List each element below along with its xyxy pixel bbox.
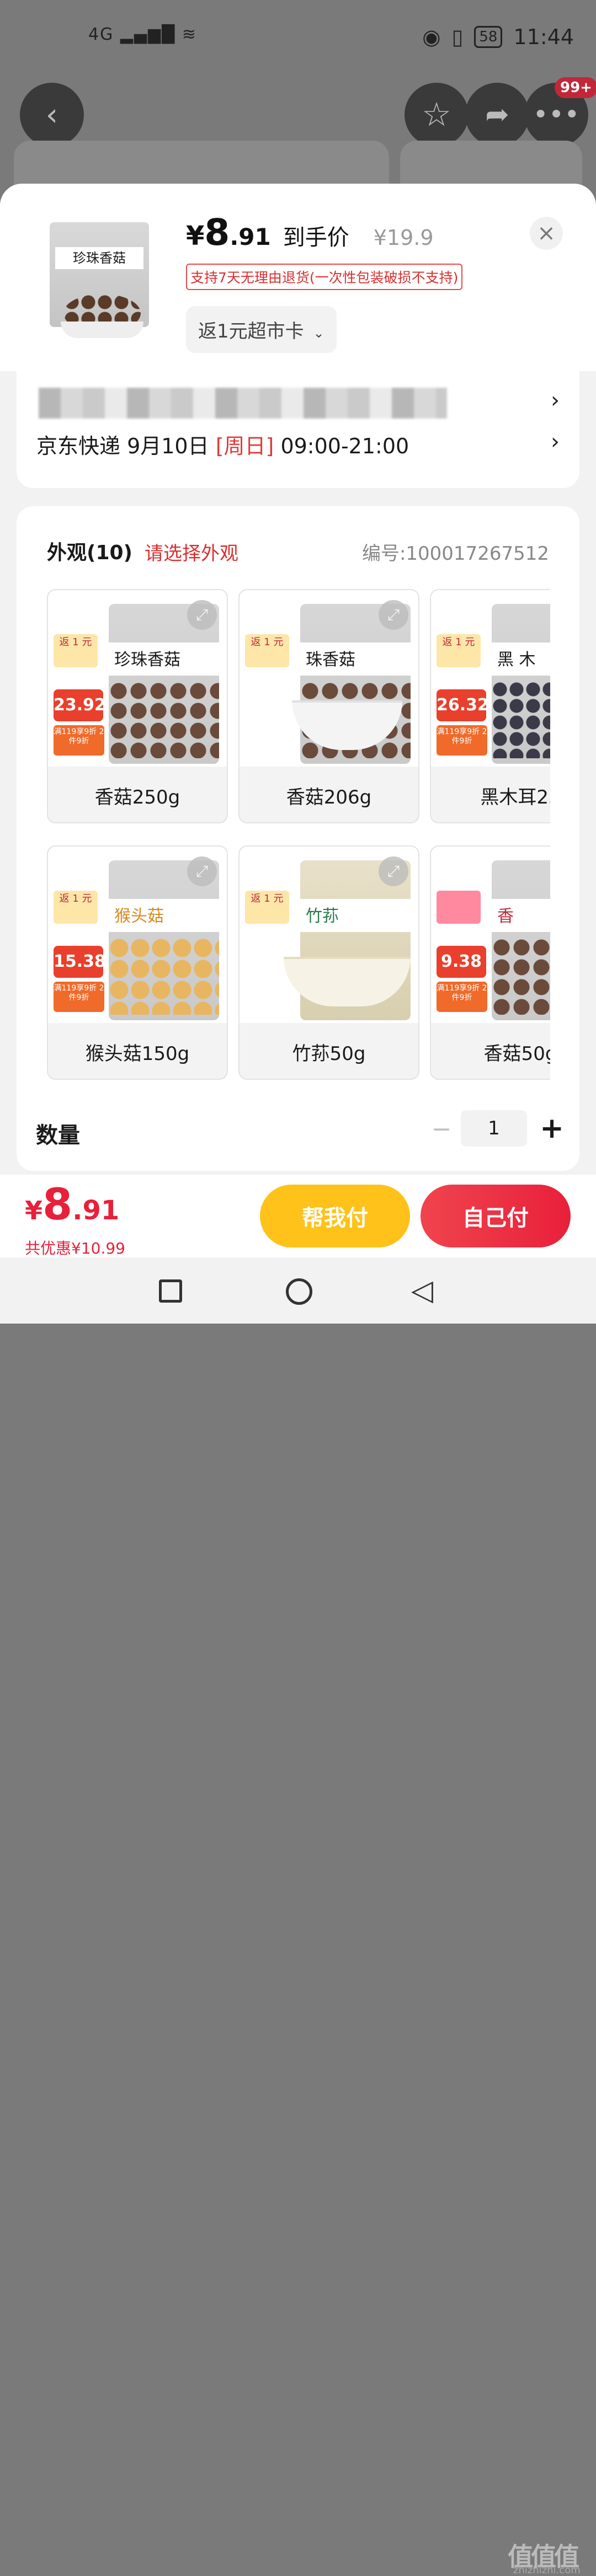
checkout-bar: ¥8.91 共优惠¥10.99 帮我付 自己付 [0, 1175, 596, 1257]
variant-tile[interactable]: 珍珠香菇 返 1 元 23.92 满119享9折 2件9折 ⤢ 香菇250g [47, 589, 228, 823]
quantity-input[interactable]: 1 [461, 1110, 527, 1147]
coupon-label: 返1元超市卡 [198, 320, 304, 342]
decrease-quantity-button[interactable]: − [425, 1113, 458, 1146]
promo-badge: 返 1 元 [245, 634, 299, 761]
variant-hint: 请选择外观 [145, 543, 238, 565]
expand-icon[interactable]: ⤢ [187, 600, 217, 630]
back-arrow-icon[interactable]: ‹ [20, 83, 84, 147]
variant-label: 香菇206g [286, 786, 372, 808]
variant-card: 外观(10) 请选择外观 编号:100017267512 珍珠香菇 返 1 元 … [17, 506, 579, 1171]
address-blurred [39, 388, 447, 419]
variant-label: 香菇50g [483, 1042, 550, 1065]
variant-image: 珠香菇 返 1 元 ⤢ [240, 590, 418, 767]
chevron-right-icon[interactable]: › [551, 388, 560, 413]
increase-quantity-button[interactable]: + [533, 1110, 571, 1147]
wifi-icon: ≋ [182, 25, 197, 44]
triangle-back-icon[interactable]: ◁ [411, 1274, 433, 1307]
eye-icon: ◉ [422, 25, 441, 49]
expand-icon[interactable]: ⤢ [379, 600, 408, 630]
promo-badge: 返 1 元 23.92 满119享9折 2件9折 [54, 634, 108, 761]
address-card[interactable]: › 京东快递 9月10日 [周日] 09:00-21:00 › [17, 371, 579, 488]
signal-icon: 4G ▂▄▆█ ≋ [88, 25, 197, 44]
variant-title: 外观(10) [47, 542, 133, 564]
chevron-down-icon: ⌄ [313, 325, 324, 341]
variant-tile[interactable]: 珠香菇 返 1 元 ⤢ 香菇206g [238, 589, 419, 823]
close-icon[interactable]: × [530, 217, 563, 250]
expand-icon[interactable]: ⤢ [379, 856, 408, 886]
clock: 11:44 [513, 25, 574, 49]
delivery-info: 京东快递 9月10日 [周日] 09:00-21:00 [36, 434, 409, 458]
notification-badge: 99+ [555, 77, 596, 98]
promo-badge: 返 1 元 26.32 满119享9折 2件9折 [437, 634, 491, 761]
chevron-right-icon[interactable]: › [551, 429, 560, 454]
variant-grid: 珍珠香菇 返 1 元 23.92 满119享9折 2件9折 ⤢ 香菇250g 珠… [47, 589, 550, 1085]
coupon-selector[interactable]: 返1元超市卡 ⌄ [186, 306, 337, 353]
star-icon[interactable]: ☆ [405, 83, 469, 147]
expand-icon[interactable]: ⤢ [187, 856, 217, 886]
variant-tile[interactable]: 猴头菇 返 1 元 15.38 满119享9折 2件9折 ⤢ 猴头菇150g [47, 845, 228, 1080]
variant-label: 香菇250g [94, 786, 180, 808]
variant-image: 黑 木 返 1 元 26.32 满119享9折 2件9折 [431, 590, 550, 767]
square-icon[interactable] [159, 1279, 182, 1303]
quantity-label: 数量 [36, 1123, 80, 1148]
system-nav-bar: ◁ 值值值 zhizhizhi.com [0, 1257, 596, 2576]
return-policy-tag: 支持7天无理由退货(一次性包装破损不支持) [186, 264, 463, 290]
sku-number: 编号:100017267512 [361, 543, 549, 565]
network-type: 4G [88, 25, 114, 44]
share-icon[interactable]: ➦ [465, 83, 529, 147]
total-savings: 共优惠¥10.99 [25, 1239, 125, 1257]
price-line: ¥8.91 到手价 ¥19.9 [186, 211, 434, 254]
variant-tile[interactable]: 香 9.38 满119享9折 2件9折 香菇50g [430, 845, 550, 1080]
thumbnail-title: 珍珠香菇 [55, 247, 143, 269]
variant-image: 猴头菇 返 1 元 15.38 满119享9折 2件9折 ⤢ [48, 847, 227, 1023]
variant-label: 猴头菇150g [85, 1042, 190, 1065]
circle-icon[interactable] [286, 1278, 312, 1305]
sku-selector-sheet: 珍珠香菇 ¥8.91 到手价 ¥19.9 × 支持7天无理由退货(一次性包装破损… [0, 184, 596, 1257]
variant-tile[interactable]: 竹荪 返 1 元 ⤢ 竹荪50g [238, 845, 419, 1080]
variant-tile[interactable]: 黑 木 返 1 元 26.32 满119享9折 2件9折 黑木耳25 [430, 589, 550, 823]
promo-badge: 返 1 元 [245, 891, 299, 1017]
help-me-pay-button[interactable]: 帮我付 [260, 1185, 410, 1247]
variant-image: 香 9.38 满119享9折 2件9折 [431, 847, 550, 1023]
sheet-header: 珍珠香菇 ¥8.91 到手价 ¥19.9 × 支持7天无理由退货(一次性包装破损… [0, 184, 596, 371]
promo-badge: 9.38 满119享9折 2件9折 [437, 891, 491, 1017]
status-bar: 4G ▂▄▆█ ≋ ◉ ▯ 58 11:44 [0, 0, 596, 74]
variant-image: 珍珠香菇 返 1 元 23.92 满119享9折 2件9折 ⤢ [48, 590, 227, 767]
pay-myself-button[interactable]: 自己付 [421, 1185, 571, 1247]
vibrate-icon: ▯ [451, 25, 464, 49]
bottom-final-price: ¥8.91 [25, 1180, 120, 1230]
final-price: ¥8.91 [186, 211, 271, 254]
variant-label: 黑木耳25 [480, 786, 550, 808]
signal-bars-icon: ▂▄▆█ [120, 25, 176, 44]
promo-badge: 返 1 元 15.38 满119享9折 2件9折 [54, 891, 108, 1017]
product-thumbnail: 珍珠香菇 [33, 217, 166, 349]
watermark-url: zhizhizhi.com [513, 2564, 581, 2576]
variant-label: 竹荪50g [292, 1042, 366, 1065]
original-price: ¥19.9 [373, 226, 434, 250]
final-price-label: 到手价 [283, 225, 349, 250]
variant-image: 竹荪 返 1 元 ⤢ [240, 847, 418, 1023]
battery-level: 58 [474, 26, 503, 48]
